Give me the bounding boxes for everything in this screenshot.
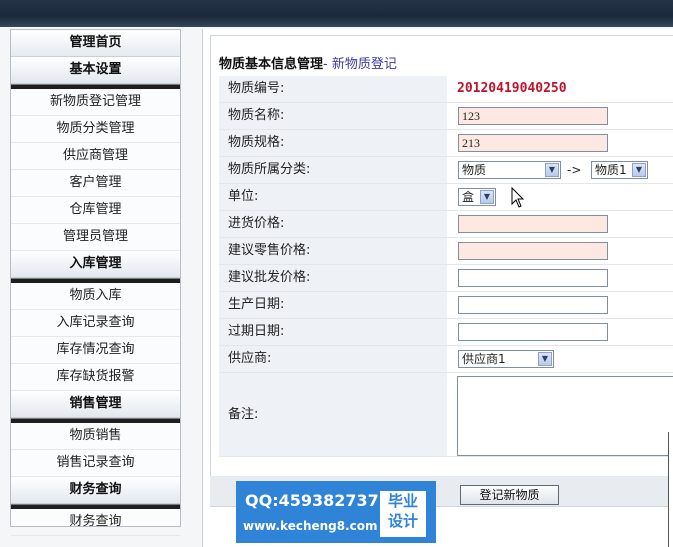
field-row-retail-price: 建议零售价格: (219, 238, 673, 265)
register-material-button[interactable]: 登记新物质 (460, 485, 559, 505)
category-select[interactable]: 物质 ▼ (458, 161, 561, 179)
field-label: 建议批发价格: (228, 270, 311, 285)
sidebar-section-basic-settings[interactable]: 基本设置 (11, 57, 180, 84)
sidebar-item-sales-records[interactable]: 销售记录查询 (11, 450, 180, 477)
purchase-price-input[interactable] (458, 215, 608, 233)
field-label: 物质编号: (228, 81, 285, 96)
field-row-wholesale-price: 建议批发价格: (219, 265, 673, 292)
page-title-text: 物质基本信息管理 (219, 57, 324, 72)
field-label: 备注: (228, 407, 259, 422)
watermark-badge-line1: 毕业 (387, 492, 418, 510)
wholesale-price-input[interactable] (458, 269, 608, 287)
category-arrow-text: -> (567, 163, 582, 177)
field-label: 建议零售价格: (228, 243, 311, 258)
subcategory-select[interactable]: 物质1 ▼ (591, 161, 648, 179)
field-row-spec: 物质规格: 213 (219, 130, 673, 157)
retail-price-input[interactable] (458, 242, 608, 260)
chevron-down-icon[interactable]: ▼ (632, 163, 646, 177)
watermark-badge: 毕业 设计 (380, 491, 426, 537)
field-row-production-date: 生产日期: (219, 292, 673, 319)
field-row-purchase-price: 进货价格: (219, 211, 673, 238)
supplier-select-value: 供应商1 (462, 352, 506, 366)
field-row-name: 物质名称: 123 (219, 103, 673, 130)
mouse-cursor-icon (511, 187, 525, 208)
field-row-category: 物质所属分类: 物质 ▼ -> 物质1 ▼ (219, 157, 673, 184)
field-label: 物质规格: (228, 135, 285, 150)
category-select-value: 物质 (462, 163, 487, 177)
production-date-input[interactable] (458, 296, 608, 314)
field-row-unit: 单位: 盒 ▼ (219, 184, 673, 211)
sidebar-item-home[interactable]: 管理首页 (11, 30, 180, 57)
sidebar-item-inbound-records[interactable]: 入库记录查询 (11, 310, 180, 337)
field-row-code: 物质编号: 20120419040250 (219, 76, 673, 103)
page-title: 物质基本信息管理- 新物质登记 (219, 53, 397, 72)
sidebar-item-finance-query[interactable]: 财务查询 (11, 509, 180, 536)
chevron-down-icon[interactable]: ▼ (538, 352, 552, 366)
watermark-url: www.kecheng8.com (243, 519, 378, 533)
remark-textarea[interactable] (457, 376, 673, 456)
sidebar-item-material-sales[interactable]: 物质销售 (11, 423, 180, 450)
field-label: 供应商: (228, 351, 272, 366)
watermark-badge-line2: 设计 (387, 512, 418, 530)
sidebar-item-new-material[interactable]: 新物质登记管理 (11, 89, 180, 116)
sidebar-section-sales[interactable]: 销售管理 (11, 391, 180, 418)
material-name-input[interactable]: 123 (458, 107, 608, 125)
field-label: 物质名称: (228, 108, 285, 123)
field-label: 进货价格: (228, 216, 285, 231)
top-header-bar (0, 0, 673, 27)
sidebar-item-admin[interactable]: 管理员管理 (11, 224, 180, 251)
field-label: 物质所属分类: (228, 162, 311, 177)
sidebar-menu: 管理首页 基本设置 新物质登记管理 物质分类管理 供应商管理 客户管理 仓库管理… (10, 29, 181, 536)
supplier-select[interactable]: 供应商1 ▼ (458, 350, 554, 368)
unit-select[interactable]: 盒 ▼ (458, 188, 496, 206)
field-label: 生产日期: (228, 297, 285, 312)
expiry-date-input[interactable] (458, 323, 608, 341)
field-row-supplier: 供应商: 供应商1 ▼ (219, 346, 673, 373)
sidebar-item-supplier[interactable]: 供应商管理 (11, 143, 180, 170)
field-row-expiry-date: 过期日期: (219, 319, 673, 346)
chevron-down-icon[interactable]: ▼ (480, 190, 494, 204)
sidebar-section-inbound[interactable]: 入库管理 (11, 251, 180, 278)
watermark-qq: QQ:459382737 (245, 491, 379, 510)
field-row-remark: 备注: (219, 373, 673, 457)
watermark-banner: QQ:459382737 www.kecheng8.com 毕业 设计 (236, 481, 436, 543)
sidebar-item-warehouse[interactable]: 仓库管理 (11, 197, 180, 224)
window-edge (668, 432, 673, 547)
page-subtitle-separator: - (323, 57, 332, 72)
chevron-down-icon[interactable]: ▼ (545, 163, 559, 177)
sidebar-item-material-category[interactable]: 物质分类管理 (11, 116, 180, 143)
sidebar-item-material-inbound[interactable]: 物质入库 (11, 283, 180, 310)
sidebar-section-finance[interactable]: 财务查询 (11, 477, 180, 504)
field-label: 过期日期: (228, 324, 285, 339)
sidebar-item-stock-status[interactable]: 库存情况查询 (11, 337, 180, 364)
material-spec-input[interactable]: 213 (458, 134, 608, 152)
unit-select-value: 盒 (462, 190, 475, 204)
sidebar-item-customer[interactable]: 客户管理 (11, 170, 180, 197)
material-code-value: 20120419040250 (457, 81, 567, 96)
field-label: 单位: (228, 189, 259, 204)
sidebar-item-stock-alert[interactable]: 库存缺货报警 (11, 364, 180, 391)
page-subtitle: 新物质登记 (331, 57, 397, 72)
main-content: 物质基本信息管理- 新物质登记 物质编号: 20120419040250 物质名… (202, 29, 673, 547)
subcategory-select-value: 物质1 (595, 163, 627, 177)
